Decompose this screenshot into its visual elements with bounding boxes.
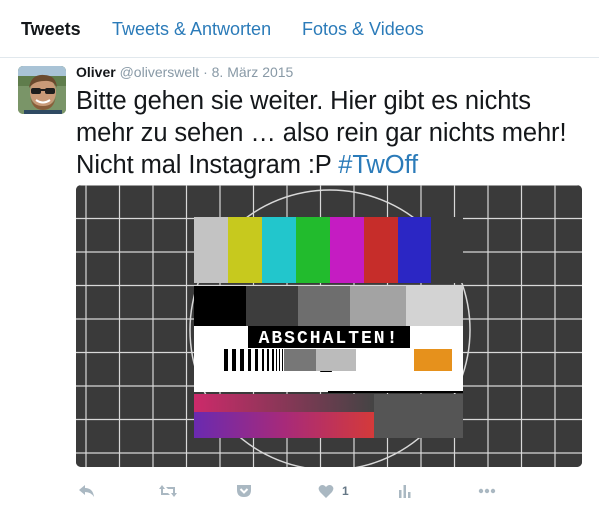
tweet-header: Oliver @oliverswelt · 8. März 2015 bbox=[76, 63, 293, 81]
pocket-icon bbox=[237, 485, 251, 497]
reply-button[interactable] bbox=[78, 480, 96, 502]
tweet-text: Bitte gehen sie weiter. Hier gibt es nic… bbox=[76, 85, 586, 181]
more-button[interactable] bbox=[478, 480, 496, 502]
pattern-label: ABSCHALTEN! bbox=[259, 329, 400, 349]
author-handle[interactable]: @oliverswelt bbox=[120, 64, 200, 80]
pocket-button[interactable] bbox=[236, 480, 252, 502]
tweet-text-line: Bitte gehen sie weiter. Hier gibt es nic… bbox=[76, 87, 531, 115]
tweet-actions: 1 bbox=[0, 476, 599, 506]
meta-separator: · bbox=[203, 64, 208, 80]
heart-icon bbox=[318, 484, 334, 498]
reply-icon bbox=[79, 485, 94, 497]
tab-tweets-and-replies[interactable]: Tweets & Antworten bbox=[112, 18, 271, 40]
tweet[interactable]: Oliver @oliverswelt · 8. März 2015 Bitte… bbox=[0, 58, 599, 516]
avatar[interactable] bbox=[18, 66, 66, 114]
like-count: 1 bbox=[342, 484, 349, 498]
analytics-button[interactable] bbox=[398, 480, 412, 502]
test-pattern-image: ABSCHALTEN! bbox=[76, 185, 582, 467]
retweet-button[interactable] bbox=[158, 480, 178, 502]
tweet-text-segment: Nicht mal Instagram :P bbox=[76, 151, 332, 179]
tweet-date[interactable]: 8. März 2015 bbox=[212, 64, 294, 80]
analytics-icon bbox=[399, 485, 411, 498]
tab-tweets[interactable]: Tweets bbox=[21, 18, 81, 40]
profile-tabs: Tweets Tweets & Antworten Fotos & Videos bbox=[0, 0, 599, 58]
tweet-media[interactable]: ABSCHALTEN! bbox=[76, 185, 582, 467]
like-button[interactable]: 1 bbox=[318, 480, 349, 502]
tweet-text-line: Nicht mal Instagram :P #TwOff bbox=[76, 149, 586, 181]
author-name[interactable]: Oliver bbox=[76, 64, 116, 80]
tab-photos-videos[interactable]: Fotos & Videos bbox=[302, 18, 424, 40]
retweet-icon bbox=[159, 485, 177, 497]
hashtag-link[interactable]: #TwOff bbox=[338, 151, 418, 179]
more-icon bbox=[478, 488, 496, 494]
avatar-photo bbox=[18, 66, 66, 114]
tweet-text-line: mehr zu sehen … also rein gar nichts meh… bbox=[76, 119, 567, 147]
